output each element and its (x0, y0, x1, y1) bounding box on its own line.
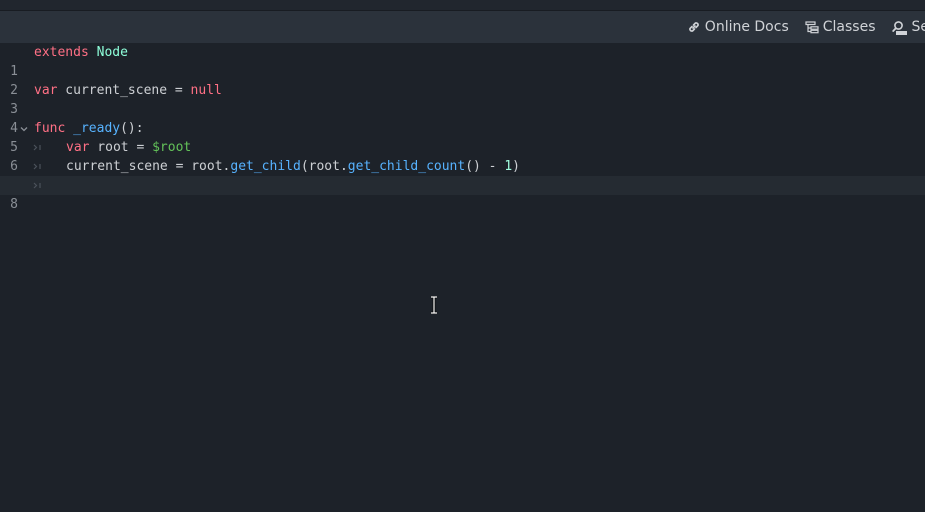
code-line: 2 (0, 62, 925, 98)
code-text: extends Node (34, 43, 128, 62)
keyword-extends: extends (34, 45, 89, 60)
code-text: var current_scene = null (34, 81, 222, 100)
classes-label: Classes (822, 19, 876, 35)
code-line: 4 (0, 100, 925, 136)
number-literal: 1 (504, 159, 513, 174)
code-text: var root = $root (66, 138, 191, 157)
code-text: current_scene = root.get_child(root.get_… (66, 157, 520, 176)
current-code-line: 8 (0, 176, 925, 212)
keyword-var: var (66, 140, 90, 155)
code-plain: (root. (300, 159, 348, 174)
code-line: 1 extends Node (0, 43, 925, 79)
function-call: get_child (230, 159, 301, 174)
link-icon (687, 20, 701, 34)
code-line: 3 var current_scene = null (0, 81, 925, 117)
class-tree-icon (805, 20, 819, 34)
chevron-down-icon[interactable] (19, 119, 29, 138)
code-plain: current_scene = (57, 83, 191, 98)
code-plain: (): (120, 121, 144, 136)
tab-indent-icon (33, 176, 42, 195)
search-help-label: Se (911, 19, 925, 35)
function-name: _ready (73, 121, 121, 136)
keyword-func: func (34, 121, 66, 136)
tab-indent-icon (33, 138, 42, 157)
online-docs-label: Online Docs (704, 19, 789, 35)
code-editor[interactable]: 1 extends Node 2 3 var current_scene = n… (0, 43, 925, 512)
function-call: get_child_count (347, 159, 466, 174)
type-node: Node (96, 45, 128, 60)
code-plain: () - (465, 159, 505, 174)
node-path: $root (152, 140, 192, 155)
online-docs-button[interactable]: Online Docs (679, 19, 797, 35)
code-plain: root = (89, 140, 153, 155)
search-help-button[interactable]: Se (884, 19, 925, 35)
code-line: 6 var root = $root (0, 138, 925, 174)
tab-indent-icon (33, 157, 42, 176)
search-doc-icon (891, 20, 908, 35)
top-strip (0, 0, 925, 11)
code-text: func _ready(): (34, 119, 144, 138)
code-plain: ) (512, 159, 520, 174)
code-plain: current_scene = root. (66, 159, 231, 174)
classes-button[interactable]: Classes (797, 19, 884, 35)
line-number: 8 (10, 197, 18, 212)
script-editor-toolbar: Online Docs Classes Se (0, 11, 925, 43)
keyword-var: var (34, 83, 58, 98)
code-line: 7 current_scene = root.get_child(root.ge… (0, 157, 925, 193)
code-line: 5 func _ready(): (0, 119, 925, 155)
keyword-null: null (190, 83, 222, 98)
text-cursor-icon (429, 295, 439, 315)
